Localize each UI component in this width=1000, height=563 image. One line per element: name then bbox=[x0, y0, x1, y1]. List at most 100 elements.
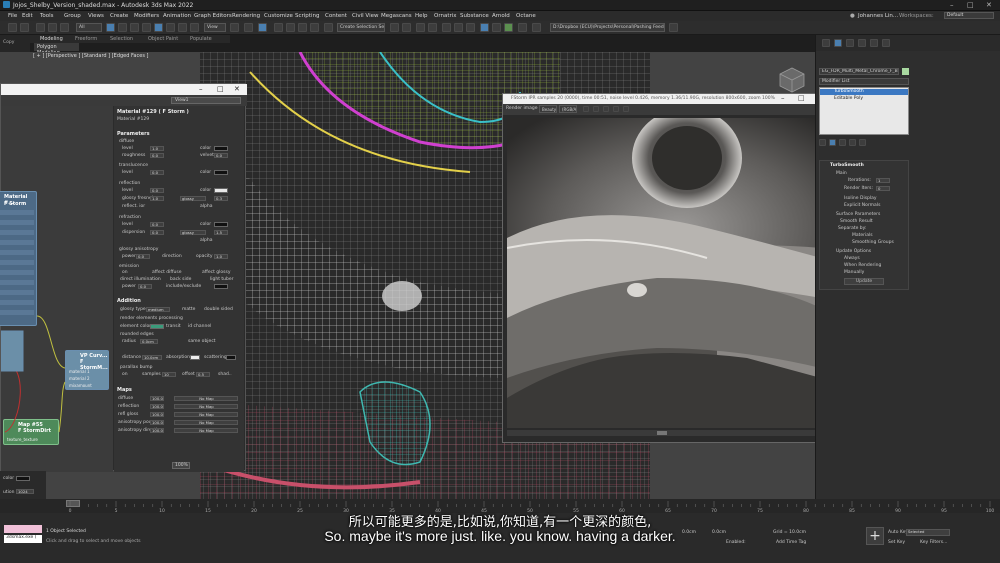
fb-minimize-icon[interactable]: – bbox=[781, 94, 785, 102]
mat-maximize-icon[interactable]: □ bbox=[217, 85, 224, 93]
distribution-field[interactable]: 1024 bbox=[16, 489, 34, 494]
smoothing-groups-checkbox[interactable]: Smoothing Groups bbox=[852, 240, 894, 245]
user-icon[interactable]: ● bbox=[850, 13, 855, 19]
light-tuber-checkbox[interactable]: light tuber bbox=[210, 277, 234, 282]
remove-modifier-icon[interactable] bbox=[849, 139, 856, 146]
render-iterative-icon[interactable] bbox=[518, 23, 527, 32]
diffuse-level-field[interactable]: 1.0 bbox=[150, 146, 164, 151]
back-side-checkbox[interactable]: back side bbox=[170, 277, 191, 282]
map-row[interactable]: anisotropy power 100.0 No Map bbox=[114, 420, 244, 427]
render-production-icon[interactable] bbox=[504, 23, 513, 32]
explicit-normals-checkbox[interactable]: Explicit Normals bbox=[844, 203, 880, 208]
affect-diffuse-checkbox[interactable]: affect diffuse bbox=[152, 270, 181, 275]
map-row[interactable]: anisotropy direction 100.0 No Map bbox=[114, 428, 244, 435]
refraction-glossy-dropdown[interactable]: glossy bbox=[180, 230, 206, 235]
affect-glossy-checkbox[interactable]: affect glossy bbox=[202, 270, 231, 275]
opacity-field[interactable]: 1.0 bbox=[214, 254, 228, 259]
menu-item-group[interactable]: Group bbox=[64, 13, 81, 19]
configure-sets-icon[interactable] bbox=[859, 139, 866, 146]
distance-field[interactable]: 10.0cm bbox=[142, 355, 162, 360]
layer-explorer-icon[interactable] bbox=[416, 23, 425, 32]
mat-close-icon[interactable]: ✕ bbox=[234, 85, 240, 93]
modifier-list-dropdown[interactable]: Modifier List bbox=[819, 78, 909, 85]
move-icon[interactable] bbox=[154, 23, 163, 32]
zoom-dropdown[interactable]: 100% bbox=[172, 462, 190, 469]
map-amount[interactable]: 100.0 bbox=[150, 396, 164, 401]
map-amount[interactable]: 100.0 bbox=[150, 412, 164, 417]
rotate-icon[interactable] bbox=[166, 23, 175, 32]
fb-maximize-icon[interactable]: □ bbox=[798, 94, 805, 102]
menu-item-views[interactable]: Views bbox=[88, 13, 104, 19]
close-icon[interactable]: ✕ bbox=[986, 1, 992, 9]
curve-editor-icon[interactable] bbox=[442, 23, 451, 32]
absorption-swatch[interactable] bbox=[190, 355, 200, 360]
motion-tab-icon[interactable] bbox=[858, 39, 866, 47]
iterations-field[interactable]: 1 bbox=[876, 178, 890, 183]
selection-filter-dropdown[interactable]: All bbox=[76, 23, 102, 32]
when-rendering-radio[interactable]: When Rendering bbox=[844, 263, 881, 268]
samples-field[interactable]: 10 bbox=[162, 372, 176, 377]
menu-item-civil-view[interactable]: Civil View bbox=[352, 13, 378, 19]
menu-item-scripting[interactable]: Scripting bbox=[295, 13, 319, 19]
element-color-swatch[interactable] bbox=[150, 324, 164, 329]
direct-illumination-checkbox[interactable]: direct illumination bbox=[120, 277, 161, 282]
same-object-checkbox[interactable]: same object bbox=[188, 339, 216, 344]
keyboard-shortcut-icon[interactable] bbox=[258, 23, 267, 32]
material-editor-icon[interactable] bbox=[466, 23, 475, 32]
rollout-title[interactable]: TurboSmooth bbox=[830, 163, 864, 168]
make-unique-icon[interactable] bbox=[839, 139, 846, 146]
rect-selection-icon[interactable] bbox=[130, 23, 139, 32]
snaps-toggle-icon[interactable] bbox=[274, 23, 283, 32]
object-color-swatch[interactable] bbox=[902, 68, 909, 75]
menu-item-rendering[interactable]: Rendering bbox=[232, 13, 260, 19]
placement-icon[interactable] bbox=[190, 23, 199, 32]
spinner-snap-icon[interactable] bbox=[310, 23, 319, 32]
always-radio[interactable]: Always bbox=[844, 256, 860, 261]
emission-power-field[interactable]: 0.0 bbox=[138, 284, 152, 289]
diffuse-color-swatch[interactable] bbox=[214, 146, 228, 151]
tab-freeform[interactable]: Freeform bbox=[75, 36, 97, 42]
maximize-icon[interactable]: □ bbox=[967, 1, 974, 9]
display-tab-icon[interactable] bbox=[870, 39, 878, 47]
named-selection-dropdown[interactable]: Create Selection Se bbox=[337, 23, 385, 32]
map-slot-button[interactable]: No Map bbox=[174, 404, 238, 409]
bind-space-warp-icon[interactable] bbox=[60, 23, 69, 32]
tab-polygon-modeling[interactable]: Polygon Modeling bbox=[34, 43, 79, 56]
map-row[interactable]: refl gloss 100.0 No Map bbox=[114, 412, 244, 419]
menu-item-graph-editors[interactable]: Graph Editors bbox=[194, 13, 232, 19]
parameters-rollout[interactable]: Parameters bbox=[117, 131, 150, 137]
menu-item-file[interactable]: File bbox=[8, 13, 17, 19]
render-image-button[interactable]: Render image bbox=[506, 106, 537, 111]
create-tab-icon[interactable] bbox=[822, 39, 830, 47]
hierarchy-tab-icon[interactable] bbox=[846, 39, 854, 47]
angle-snap-icon[interactable] bbox=[286, 23, 295, 32]
menu-item-create[interactable]: Create bbox=[110, 13, 128, 19]
copy-button[interactable]: Copy bbox=[3, 40, 14, 45]
menu-item-megascans[interactable]: Megascans bbox=[381, 13, 412, 19]
layer-dropdown[interactable]: Beauty bbox=[539, 105, 557, 113]
frame-scrollbar[interactable] bbox=[507, 430, 821, 436]
project-folder-icon[interactable] bbox=[669, 23, 678, 32]
map-amount[interactable]: 100.0 bbox=[150, 420, 164, 425]
clone-window-icon[interactable] bbox=[603, 106, 609, 112]
map-slot-button[interactable]: No Map bbox=[174, 428, 238, 433]
reflection-color-swatch[interactable] bbox=[214, 188, 228, 193]
emission-color-swatch[interactable] bbox=[214, 284, 228, 289]
velvet-field[interactable]: 0.0 bbox=[214, 153, 228, 158]
radius-field[interactable]: 0.0cm bbox=[140, 339, 158, 344]
ior-field[interactable]: 1.5 bbox=[214, 230, 228, 235]
undo-icon[interactable] bbox=[8, 23, 17, 32]
menu-item-edit[interactable]: Edit bbox=[22, 13, 33, 19]
render-setup-icon[interactable] bbox=[480, 23, 489, 32]
map-slot-button[interactable]: No Map bbox=[174, 412, 238, 417]
map-amount[interactable]: 100.0 bbox=[150, 428, 164, 433]
menu-item-content[interactable]: Content bbox=[325, 13, 347, 19]
stack-item-editable-poly[interactable]: Editable Poly bbox=[820, 96, 908, 102]
map-slot-button[interactable]: No Map bbox=[174, 396, 238, 401]
glossy-dropdown[interactable]: glossy bbox=[180, 196, 206, 201]
materials-checkbox[interactable]: Materials bbox=[852, 233, 873, 238]
tab-selection[interactable]: Selection bbox=[110, 36, 133, 42]
menu-item-modifiers[interactable]: Modifiers bbox=[134, 13, 159, 19]
translucence-level-field[interactable]: 0.0 bbox=[150, 170, 164, 175]
stack-item-turbosmooth[interactable]: TurboSmooth bbox=[820, 89, 908, 95]
